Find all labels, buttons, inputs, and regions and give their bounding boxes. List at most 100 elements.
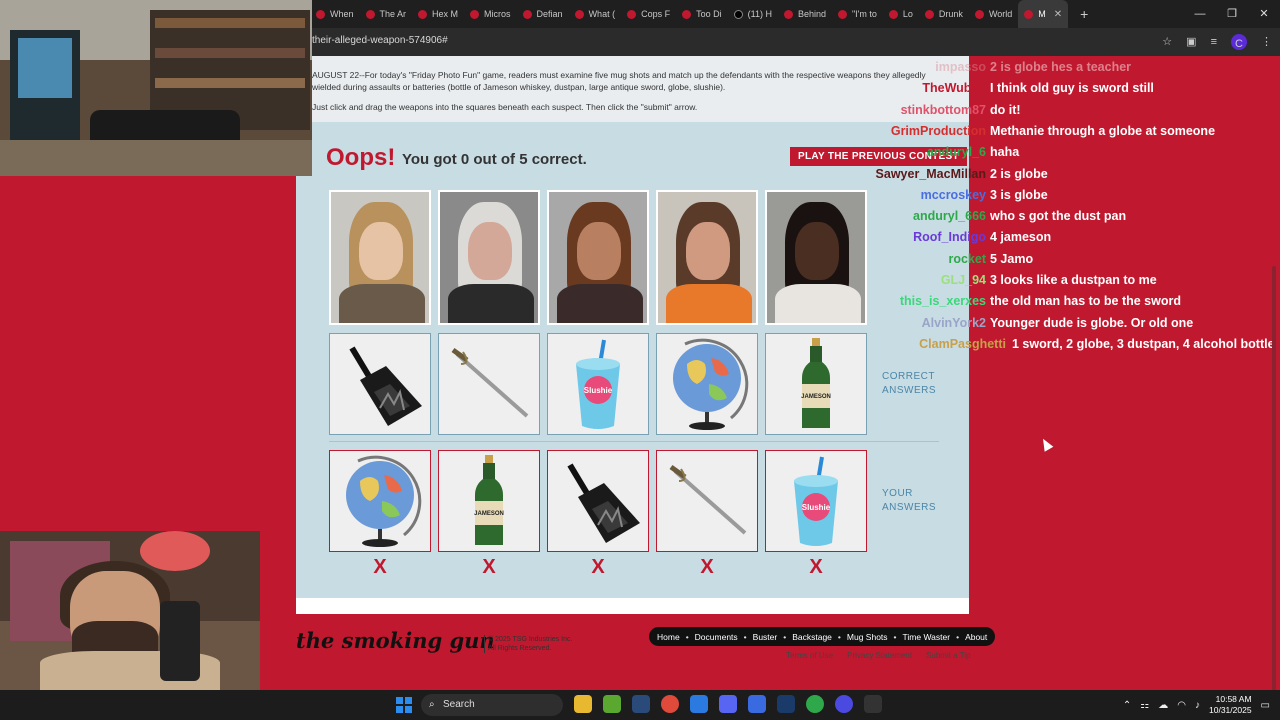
tab-label: Behind	[797, 9, 826, 19]
chat-username: impasso	[935, 60, 986, 74]
tray-chevron-icon[interactable]: ⌃	[1123, 700, 1131, 711]
steam-icon[interactable]	[632, 695, 650, 713]
edge-icon[interactable]	[690, 695, 708, 713]
browser-tab[interactable]: "I'm to	[832, 0, 883, 28]
browser-tab[interactable]: Defian	[517, 0, 569, 28]
page-scrollbar[interactable]	[1270, 56, 1278, 716]
chat-username: stinkbottom87	[900, 102, 986, 117]
tab-label: Lo	[902, 9, 913, 19]
tab-close-icon[interactable]: ✕	[1054, 9, 1062, 20]
dustpan-tile[interactable]	[547, 450, 649, 552]
tab-label: Cops F	[641, 9, 671, 19]
chat-text: 4 jameson	[990, 230, 1052, 245]
chat-username: TheWubZ2	[922, 81, 986, 96]
search-icon: ⌕	[429, 699, 435, 710]
browser-tab[interactable]: When	[310, 0, 360, 28]
minimize-button[interactable]: —	[1184, 0, 1216, 28]
chat-username: GLJ_94	[940, 273, 986, 287]
steam-2-icon[interactable]	[777, 695, 795, 713]
dustpan-tile[interactable]	[329, 333, 431, 435]
slushie-tile[interactable]: Slushie	[765, 450, 867, 552]
nav-separator: •	[783, 631, 787, 642]
browser-tab[interactable]: World	[969, 0, 1018, 28]
footer-nav-about[interactable]: About	[965, 632, 987, 642]
footer-link[interactable]: Terms of Use	[786, 651, 833, 660]
clock[interactable]: 10:58 AM 10/31/2025	[1209, 694, 1252, 716]
footer-nav-documents[interactable]: Documents	[695, 632, 738, 642]
notification-icon[interactable]: ▭	[1261, 700, 1270, 711]
bookmark-star-icon[interactable]: ☆	[1162, 32, 1172, 52]
site-logo[interactable]: the smoking gun	[296, 628, 495, 653]
footer-link[interactable]: Privacy Statement	[847, 651, 912, 660]
maximize-button[interactable]: ❐	[1216, 0, 1248, 28]
profile-avatar[interactable]: C	[1231, 34, 1247, 50]
new-tab-button[interactable]: +	[1080, 6, 1088, 22]
onedrive-icon[interactable]: ☁	[1158, 700, 1168, 711]
slushie-logo-text: Slushie	[584, 386, 613, 395]
browser-tab[interactable]: The Ar	[360, 0, 413, 28]
jameson-tile[interactable]: JAMESON	[765, 333, 867, 435]
browser-tab[interactable]: Too Di	[676, 0, 728, 28]
browser-tab[interactable]: (11) H	[728, 0, 778, 28]
browser-tab[interactable]: Micros	[464, 0, 517, 28]
close-window-button[interactable]: ✕	[1248, 0, 1280, 28]
browser-tab[interactable]: Behind	[778, 0, 832, 28]
webcam-streamer	[0, 531, 260, 690]
browser-tab[interactable]: What (	[569, 0, 622, 28]
sword-tile[interactable]	[438, 333, 540, 435]
browser-tab[interactable]: M ✕	[1018, 0, 1069, 28]
jameson-icon: JAMESON	[801, 338, 831, 428]
jameson-tile[interactable]: JAMESON	[438, 450, 540, 552]
windows-start-icon[interactable]	[396, 697, 412, 713]
tab-label: The Ar	[379, 9, 407, 19]
sword-tile[interactable]	[656, 450, 758, 552]
chat-app-icon[interactable]	[748, 695, 766, 713]
tab-favicon	[924, 9, 934, 19]
tab-label: Hex M	[432, 9, 459, 19]
nav-separator: •	[685, 631, 689, 642]
mouse-cursor	[1038, 436, 1054, 452]
media-control-icon[interactable]: ≡	[1211, 32, 1217, 52]
taskbar-apps	[574, 695, 882, 713]
slushie-tile[interactable]: Slushie	[547, 333, 649, 435]
tab-label: Too Di	[696, 9, 722, 19]
chat-text: Younger dude is globe. Or old one	[990, 315, 1194, 330]
chrome-icon[interactable]	[661, 695, 679, 713]
chrome-profile-icon[interactable]	[835, 695, 853, 713]
tab-label: Micros	[484, 9, 511, 19]
browser-tab[interactable]: Drunk	[919, 0, 969, 28]
slushie-logo-text: Slushie	[802, 503, 831, 512]
browser-tab[interactable]: Cops F	[621, 0, 676, 28]
taskbar-search[interactable]: ⌕ Search	[421, 694, 563, 716]
extensions-icon[interactable]: ▣	[1186, 32, 1196, 52]
result-heading: Oops!	[326, 144, 396, 171]
footer-nav-buster[interactable]: Buster	[753, 632, 778, 642]
browser-tab[interactable]: Lo	[883, 0, 919, 28]
capcut-icon[interactable]	[864, 695, 882, 713]
nvidia-icon[interactable]	[603, 695, 621, 713]
browser-tab[interactable]: Hex M	[412, 0, 464, 28]
footer-nav-mug-shots[interactable]: Mug Shots	[847, 632, 888, 642]
footer-link[interactable]: Submit a Tip	[926, 651, 970, 660]
volume-icon[interactable]: ♪	[1195, 700, 1200, 711]
globe-tile[interactable]	[329, 450, 431, 552]
clock-date: 10/31/2025	[1209, 705, 1252, 715]
app-green-icon[interactable]	[806, 695, 824, 713]
nav-separator: •	[893, 631, 897, 642]
tab-label: What (	[588, 9, 616, 19]
url-field[interactable]: their-alleged-weapon-574906#	[312, 35, 448, 46]
file-explorer-icon[interactable]	[574, 695, 592, 713]
footer-nav-time-waster[interactable]: Time Waster	[903, 632, 951, 642]
globe-tile[interactable]	[656, 333, 758, 435]
address-bar-icons: ☆ ▣ ≡ C ⋮	[1162, 32, 1272, 52]
wifi-icon[interactable]: ◠	[1177, 700, 1186, 711]
scroll-thumb[interactable]	[1272, 266, 1276, 716]
tab-favicon	[837, 9, 847, 19]
menu-kebab-icon[interactable]: ⋮	[1261, 32, 1272, 52]
network-icon[interactable]: ⚏	[1140, 700, 1149, 711]
footer-nav-backstage[interactable]: Backstage	[792, 632, 832, 642]
discord-icon[interactable]	[719, 695, 737, 713]
footer-nav-home[interactable]: Home	[657, 632, 680, 642]
webcam-room	[0, 0, 312, 176]
chat-username: ClamPasghetti	[919, 336, 1006, 351]
